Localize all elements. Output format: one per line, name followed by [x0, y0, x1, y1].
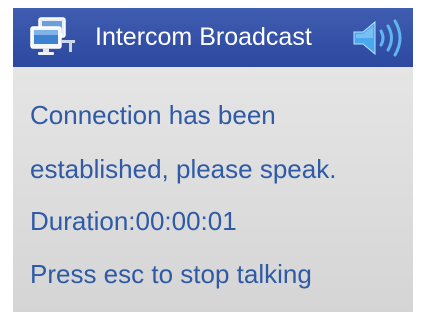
computer-network-icon — [29, 16, 77, 58]
intercom-screen: Intercom Broadcast Connection has been e… — [13, 8, 413, 312]
stop-talking-hint: Press esc to stop talking — [30, 259, 312, 289]
title-bar: Intercom Broadcast — [13, 8, 413, 67]
connection-status-line2: established, please speak. — [30, 154, 337, 184]
page-title: Intercom Broadcast — [95, 23, 312, 51]
connection-status-line1: Connection has been — [30, 100, 276, 130]
call-duration: Duration:00:00:01 — [30, 206, 237, 236]
speaker-volume-icon — [351, 18, 407, 58]
